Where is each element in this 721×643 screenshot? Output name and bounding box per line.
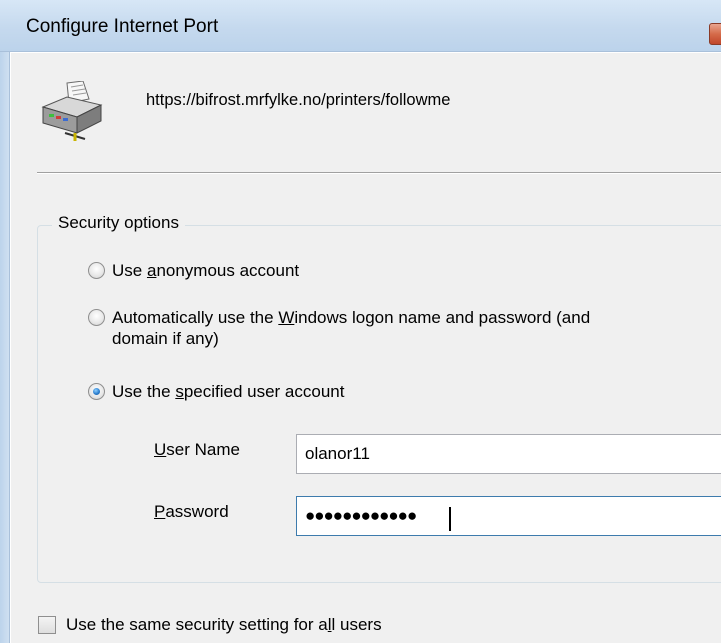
same-security-setting-checkbox[interactable] (38, 616, 56, 634)
radio-button-selected[interactable] (88, 383, 105, 400)
radio-button[interactable] (88, 262, 105, 279)
same-security-setting-checkbox-row[interactable]: Use the same security setting for all us… (38, 615, 382, 635)
title-bar[interactable]: Configure Internet Port (0, 0, 721, 52)
radio-anonymous-account[interactable]: Use anonymous account (88, 260, 299, 281)
port-url: https://bifrost.mrfylke.no/printers/foll… (146, 91, 451, 109)
password-label: Password (154, 502, 229, 521)
radio-button[interactable] (88, 309, 105, 326)
radio-specified-account[interactable]: Use the specified user account (88, 381, 344, 402)
printer-icon (41, 81, 103, 141)
close-button[interactable] (709, 23, 721, 45)
radio-label: Use anonymous account (112, 261, 300, 280)
checkbox-label: Use the same security setting for all us… (66, 615, 382, 634)
radio-label: Automatically use the Windows logon name… (112, 308, 591, 348)
password-input[interactable] (296, 496, 721, 536)
security-options-label: Security options (52, 213, 185, 233)
header-separator (37, 172, 721, 174)
radio-label: Use the specified user account (112, 382, 345, 401)
window-title: Configure Internet Port (26, 16, 219, 37)
username-label: User Name (154, 440, 240, 459)
window-frame-left (0, 52, 10, 643)
username-input[interactable] (296, 434, 721, 474)
radio-windows-logon[interactable]: Automatically use the Windows logon name… (88, 307, 590, 349)
text-caret (449, 507, 451, 531)
